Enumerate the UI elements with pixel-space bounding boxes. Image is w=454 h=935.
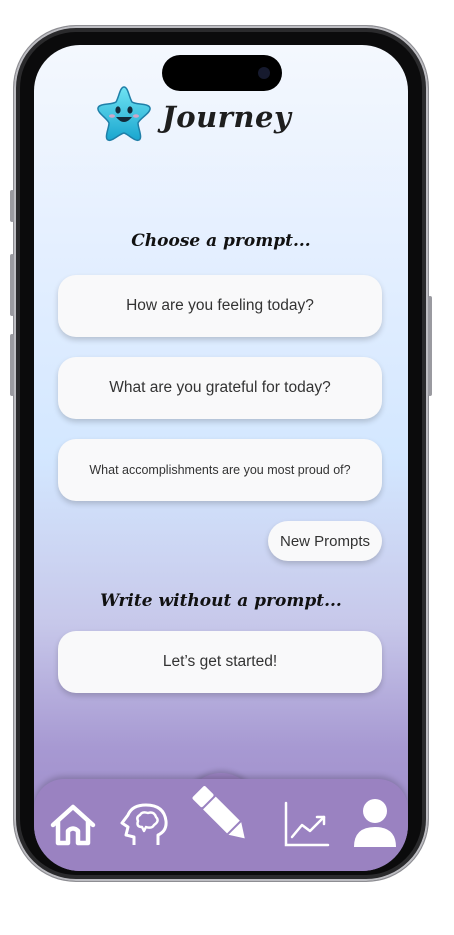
mind-icon[interactable]	[118, 801, 172, 849]
freewrite-heading: Write without a prompt...	[100, 591, 342, 611]
profile-icon[interactable]	[352, 797, 398, 849]
prompt-card-grateful[interactable]: What are you grateful for today?	[58, 357, 382, 419]
new-prompts-button[interactable]: New Prompts	[268, 521, 382, 561]
camera-icon	[258, 67, 270, 79]
app-screen: Journey Choose a prompt... How are you f…	[34, 45, 408, 871]
side-button	[428, 296, 432, 396]
dynamic-island	[162, 55, 282, 91]
side-button	[10, 334, 14, 396]
pencil-icon[interactable]	[184, 779, 256, 851]
prompt-card-feeling[interactable]: How are you feeling today?	[58, 275, 382, 337]
bottom-navigation	[34, 779, 408, 871]
choose-prompt-heading: Choose a prompt...	[131, 231, 311, 251]
side-button	[10, 254, 14, 316]
side-button	[10, 190, 14, 222]
home-icon[interactable]	[48, 801, 98, 849]
app-title: Journey	[162, 100, 292, 134]
get-started-button[interactable]: Let’s get started!	[58, 631, 382, 693]
star-logo-icon	[97, 86, 151, 142]
chart-trend-icon[interactable]	[282, 799, 332, 849]
prompt-card-accomplishments[interactable]: What accomplishments are you most proud …	[58, 439, 382, 501]
